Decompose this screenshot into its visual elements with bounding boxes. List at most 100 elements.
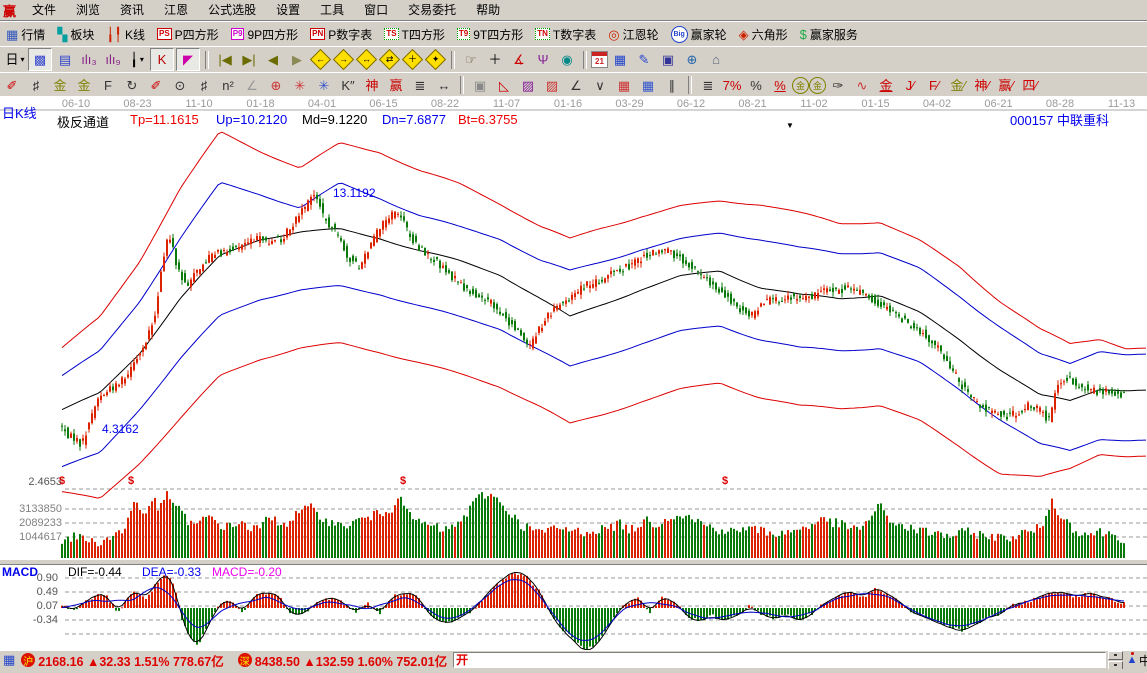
fan-box2-icon[interactable]: ▨ — [541, 75, 563, 96]
gold-circle2-icon[interactable]: 金 — [809, 77, 826, 94]
next-page-icon[interactable]: ▶ — [286, 49, 308, 70]
percent-line-icon[interactable]: % — [769, 75, 791, 96]
calculator-icon[interactable]: ▦ — [609, 49, 631, 70]
gann-shape-icon[interactable]: Ψ — [532, 49, 554, 70]
chart-area[interactable]: 06-1008-2311-1001-1804-0106-1508-2211-07… — [0, 96, 1147, 650]
ying-angle-icon[interactable]: 赢∕ — [995, 75, 1017, 96]
circle-ruler-icon[interactable]: ⊙ — [169, 75, 191, 96]
grid-tool-icon[interactable]: ♯ — [25, 75, 47, 96]
grid-red-icon[interactable]: ▦ — [613, 75, 635, 96]
kline-mode-icon[interactable]: K — [150, 48, 174, 71]
save-icon[interactable]: ▣ — [657, 49, 679, 70]
last-page-icon[interactable]: ▶| — [238, 49, 260, 70]
n2-grid-icon[interactable]: n² — [217, 75, 239, 96]
si-angle-icon[interactable]: 四∕ — [1019, 75, 1041, 96]
quick-code-input[interactable]: 开 — [453, 652, 1106, 668]
diamond-zoomin-icon[interactable]: ＋ — [402, 49, 423, 70]
menu-item[interactable]: 资讯 — [110, 1, 154, 19]
grid-arrow-icon[interactable]: ▦ — [637, 75, 659, 96]
menu-item[interactable]: 浏览 — [66, 1, 110, 19]
diamond-right-icon[interactable]: → — [333, 49, 354, 70]
prev-page-icon[interactable]: ◀ — [262, 49, 284, 70]
menu-item[interactable]: 江恩 — [154, 1, 198, 19]
spinner-down-button[interactable] — [1108, 661, 1123, 670]
percent-7-icon[interactable]: 7% — [721, 75, 743, 96]
angle-measure-icon[interactable]: ∡ — [508, 49, 530, 70]
toolbar-p-square-button[interactable]: PSP四方形 — [151, 23, 225, 45]
spinner-up-button[interactable] — [1108, 651, 1123, 660]
pen-ruler-icon[interactable]: ✐ — [145, 75, 167, 96]
crosshair-icon[interactable]: ＋ — [484, 49, 506, 70]
gold-box-icon[interactable]: 金 — [875, 75, 897, 96]
red-brush-icon[interactable]: ✐ — [1, 75, 23, 96]
gann-fan-icon[interactable]: ◺ — [493, 75, 515, 96]
gold-grid2-icon[interactable]: 金 — [73, 75, 95, 96]
ying-grid-icon[interactable]: 赢 — [385, 75, 407, 96]
a-wave-icon[interactable]: ∿ — [851, 75, 873, 96]
scale-123-icon[interactable]: ≣ — [697, 75, 719, 96]
angle-lines-icon[interactable]: ∠ — [565, 75, 587, 96]
bars-9-icon[interactable]: ılı₉ — [102, 49, 124, 70]
shanghai-badge[interactable]: 沪 — [21, 653, 35, 667]
f-angle-icon[interactable]: F∕ — [923, 75, 945, 96]
web-blue-icon[interactable]: ✳ — [313, 75, 335, 96]
toolbar-winner-service-button[interactable]: $赢家服务 — [794, 23, 864, 45]
web-red-icon[interactable]: ✳ — [289, 75, 311, 96]
toolbar-9p-square-button[interactable]: P99P四方形 — [225, 23, 304, 45]
bars-3-icon[interactable]: ılı₃ — [78, 49, 100, 70]
width-measure-icon[interactable]: ↔ — [433, 75, 455, 96]
k-quote-icon[interactable]: K″ — [337, 75, 359, 96]
circle-cross-icon[interactable]: ⊕ — [265, 75, 287, 96]
v-bottom-icon[interactable]: ∨ — [589, 75, 611, 96]
shenzhen-badge[interactable]: 深 — [238, 653, 252, 667]
workstation-icon[interactable]: ⌂ — [705, 49, 727, 70]
toolbar-hexagon-button[interactable]: ◈六角形 — [733, 23, 794, 45]
angle-disabled-icon[interactable]: ∠ — [241, 75, 263, 96]
j-angle-icon[interactable]: J∕ — [899, 75, 921, 96]
toolbar-winner-wheel-button[interactable]: Big赢家轮 — [665, 23, 733, 45]
gold-angle-icon[interactable]: 金∕ — [947, 75, 969, 96]
diamond-star-icon[interactable]: ✦ — [425, 49, 446, 70]
menu-item[interactable]: 文件 — [22, 1, 66, 19]
diamond-left-icon[interactable]: ← — [310, 49, 331, 70]
notepad-icon[interactable]: ✎ — [633, 49, 655, 70]
candle-style-icon[interactable]: ╽▾ — [126, 49, 148, 70]
toolbar-gann-wheel-button[interactable]: ◎江恩轮 — [602, 23, 664, 45]
toolbar-t-table-button[interactable]: TNT数字表 — [529, 23, 602, 45]
toolbar-quotes-button[interactable]: ▦行情 — [0, 23, 51, 45]
menu-item[interactable]: 交易委托 — [398, 1, 466, 19]
hand-tool-icon[interactable]: ☞ — [460, 49, 482, 70]
ruler-123-icon[interactable]: ≣ — [409, 75, 431, 96]
flag-chart-icon[interactable]: ◤ — [176, 48, 200, 71]
pen-black-icon[interactable]: ✑ — [827, 75, 849, 96]
info-list-icon[interactable]: ▤ — [54, 49, 76, 70]
toolbar-p-table-button[interactable]: PNP数字表 — [304, 23, 378, 45]
shen-angle-icon[interactable]: 神∕ — [971, 75, 993, 96]
shen-grid-icon[interactable]: 神 — [361, 75, 383, 96]
menu-item[interactable]: 帮助 — [466, 1, 510, 19]
first-page-icon[interactable]: |◀ — [214, 49, 236, 70]
menu-item[interactable]: 设置 — [266, 1, 310, 19]
toolbar-9t-square-button[interactable]: T99T四方形 — [451, 23, 529, 45]
period-day-button[interactable]: 日▾ — [4, 49, 26, 70]
plain-grid-icon[interactable]: ♯ — [193, 75, 215, 96]
wave-shell-icon[interactable]: ◉ — [556, 49, 578, 70]
gold-circle-icon[interactable]: 金 — [792, 77, 809, 94]
pattern-view-icon[interactable]: ▩ — [28, 48, 52, 71]
fan-box-icon[interactable]: ▨ — [517, 75, 539, 96]
spiral-icon[interactable]: ↻ — [121, 75, 143, 96]
menu-item[interactable]: 工具 — [310, 1, 354, 19]
market-table-icon[interactable]: ▦ — [0, 652, 18, 668]
toolbar-kline-button[interactable]: ╽╿K线 — [100, 23, 151, 45]
diamond-swap-icon[interactable]: ⇄ — [379, 49, 400, 70]
rect-handles-icon[interactable]: ▣ — [469, 75, 491, 96]
gold-grid-icon[interactable]: 金 — [49, 75, 71, 96]
percent-icon[interactable]: % — [745, 75, 767, 96]
parallel-lines-icon[interactable]: ∥ — [661, 75, 683, 96]
toolbar-sectors-button[interactable]: ▚板块 — [51, 23, 100, 45]
calendar-icon[interactable]: 21 — [591, 51, 608, 68]
diamond-span-icon[interactable]: ↔ — [356, 49, 377, 70]
menu-item[interactable]: 窗口 — [354, 1, 398, 19]
f-grid-icon[interactable]: F — [97, 75, 119, 96]
signal-tower-icon[interactable]: ▲ — [1125, 654, 1139, 666]
